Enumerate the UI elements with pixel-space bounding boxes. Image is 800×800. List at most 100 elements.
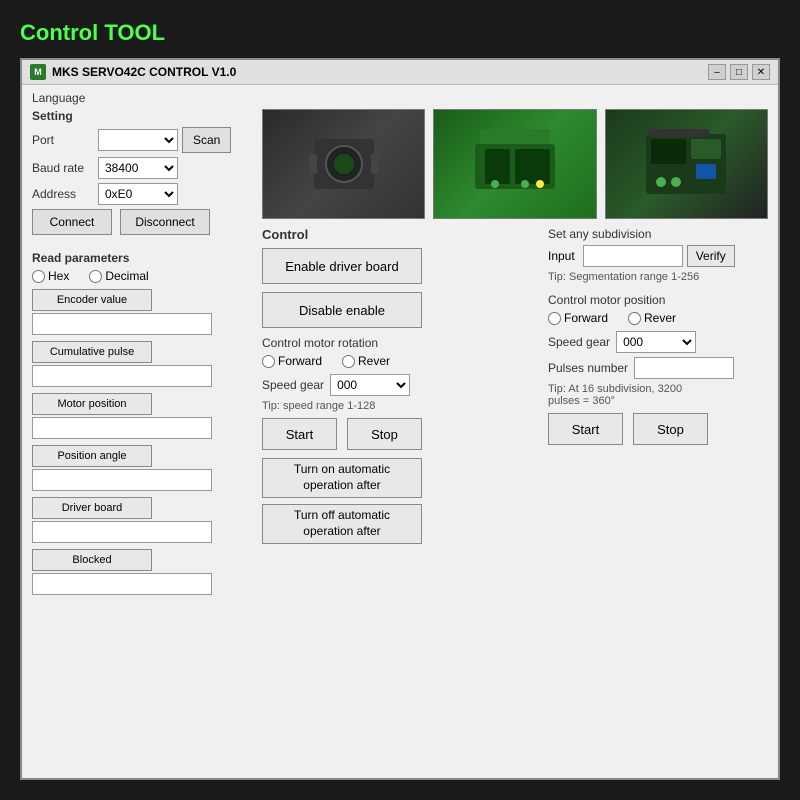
- baud-select[interactable]: 38400: [98, 157, 178, 179]
- speed-gear-label: Speed gear: [262, 378, 324, 392]
- subdivision-tip: Tip: Segmentation range 1-256: [548, 271, 768, 283]
- right-panel: Control Enable driver board Disable enab…: [262, 109, 768, 768]
- disable-enable-button[interactable]: Disable enable: [262, 292, 422, 328]
- main-area: Setting Port Scan Baud rate 38400: [32, 109, 768, 768]
- position-angle-button[interactable]: Position angle: [32, 445, 152, 467]
- turn-on-auto-label: Turn on automaticoperation after: [294, 462, 390, 492]
- motor-rotation-section: Control motor rotation Forward Rever: [262, 336, 538, 550]
- product-image-1: [262, 109, 425, 219]
- window-title: MKS SERVO42C CONTROL V1.0: [52, 65, 236, 79]
- rever-radio[interactable]: [342, 355, 355, 368]
- addr-label: Address: [32, 187, 94, 201]
- subdivision-input-label: Input: [548, 249, 575, 263]
- language-label: Language: [32, 91, 768, 105]
- subdivision-section: Set any subdivision Input Verify Tip: Se…: [548, 227, 768, 283]
- title-bar: M MKS SERVO42C CONTROL V1.0 – □ ✕: [22, 60, 778, 85]
- pulses-input[interactable]: 0: [634, 357, 734, 379]
- rever-label: Rever: [358, 354, 390, 368]
- title-bar-controls: – □ ✕: [708, 64, 770, 80]
- pos-forward-radio-label[interactable]: Forward: [548, 311, 608, 325]
- turn-off-auto-button[interactable]: Turn off automaticoperation after: [262, 504, 422, 544]
- rotation-start-button[interactable]: Start: [262, 418, 337, 450]
- decimal-radio-label[interactable]: Decimal: [89, 269, 148, 283]
- blocked-button[interactable]: Blocked: [32, 549, 152, 571]
- position-angle-row: Position angle: [32, 445, 252, 467]
- rotation-stop-button[interactable]: Stop: [347, 418, 422, 450]
- connect-row: Connect Disconnect: [32, 209, 252, 235]
- forward-radio[interactable]: [262, 355, 275, 368]
- hex-radio-label[interactable]: Hex: [32, 269, 69, 283]
- hex-decimal-row: Hex Decimal: [32, 269, 252, 283]
- driver-board-input[interactable]: [32, 521, 212, 543]
- turn-on-auto-button[interactable]: Turn on automaticoperation after: [262, 458, 422, 498]
- pos-speed-label: Speed gear: [548, 335, 610, 349]
- scan-button[interactable]: Scan: [182, 127, 231, 153]
- window-content: Language Setting Port Scan: [22, 85, 778, 778]
- pos-forward-radio[interactable]: [548, 312, 561, 325]
- enable-driver-button[interactable]: Enable driver board: [262, 248, 422, 284]
- baud-label: Baud rate: [32, 161, 94, 175]
- blocked-row: Blocked: [32, 549, 252, 571]
- pulses-label: Pulses number: [548, 361, 628, 375]
- pos-rever-label: Rever: [644, 311, 676, 325]
- hex-label: Hex: [48, 269, 69, 283]
- pos-rever-radio[interactable]: [628, 312, 641, 325]
- port-label: Port: [32, 133, 94, 147]
- title-bar-left: M MKS SERVO42C CONTROL V1.0: [30, 64, 236, 80]
- position-angle-input[interactable]: [32, 469, 212, 491]
- left-panel: Setting Port Scan Baud rate 38400: [32, 109, 252, 768]
- hex-radio[interactable]: [32, 270, 45, 283]
- maximize-button[interactable]: □: [730, 64, 748, 80]
- motor-position-section: Control motor position Forward Rever: [548, 293, 768, 445]
- product-images: [262, 109, 768, 219]
- main-window: M MKS SERVO42C CONTROL V1.0 – □ ✕ Langua…: [20, 58, 780, 780]
- encoder-row: Encoder value: [32, 289, 252, 311]
- pos-stop-button[interactable]: Stop: [633, 413, 708, 445]
- port-select[interactable]: [98, 129, 178, 151]
- speed-tip: Tip: speed range 1-128: [262, 400, 538, 412]
- pos-start-button[interactable]: Start: [548, 413, 623, 445]
- close-button[interactable]: ✕: [752, 64, 770, 80]
- blocked-input[interactable]: [32, 573, 212, 595]
- disconnect-button[interactable]: Disconnect: [120, 209, 210, 235]
- verify-button[interactable]: Verify: [687, 245, 735, 267]
- decimal-label: Decimal: [105, 269, 148, 283]
- baud-row: Baud rate 38400: [32, 157, 252, 179]
- setting-section: Setting Port Scan Baud rate 38400: [32, 109, 252, 235]
- minimize-button[interactable]: –: [708, 64, 726, 80]
- pos-speed-select[interactable]: 000: [616, 331, 696, 353]
- speed-gear-row: Speed gear 000: [262, 374, 538, 396]
- pos-rever-radio-label[interactable]: Rever: [628, 311, 676, 325]
- driver-board-row: Driver board: [32, 497, 252, 519]
- addr-select[interactable]: 0xE0: [98, 183, 178, 205]
- input-verify-row: Input Verify: [548, 245, 768, 267]
- subdivision-input[interactable]: [583, 245, 683, 267]
- cumulative-input[interactable]: [32, 365, 212, 387]
- motor-pos-button[interactable]: Motor position: [32, 393, 152, 415]
- connect-button[interactable]: Connect: [32, 209, 112, 235]
- start-stop-row: Start Stop: [262, 418, 538, 450]
- motor-pos-input[interactable]: [32, 417, 212, 439]
- app-icon: M: [30, 64, 46, 80]
- forward-radio-label[interactable]: Forward: [262, 354, 322, 368]
- pos-direction-row: Forward Rever: [548, 311, 768, 325]
- speed-gear-select[interactable]: 000: [330, 374, 410, 396]
- setting-label: Setting: [32, 109, 252, 123]
- pos-speed-row: Speed gear 000: [548, 331, 768, 353]
- rever-radio-label[interactable]: Rever: [342, 354, 390, 368]
- addr-row: Address 0xE0: [32, 183, 252, 205]
- read-params-label: Read parameters: [32, 251, 252, 265]
- cumulative-button[interactable]: Cumulative pulse: [32, 341, 152, 363]
- read-params-section: Read parameters Hex Decimal: [32, 251, 252, 601]
- product-image-2: [433, 109, 596, 219]
- subdivision-title: Set any subdivision: [548, 227, 768, 241]
- encoder-button[interactable]: Encoder value: [32, 289, 152, 311]
- product-image-3: [605, 109, 768, 219]
- turn-off-auto-label: Turn off automaticoperation after: [294, 508, 390, 538]
- port-row: Port Scan: [32, 127, 252, 153]
- motor-position-title: Control motor position: [548, 293, 768, 307]
- driver-board-button[interactable]: Driver board: [32, 497, 152, 519]
- decimal-radio[interactable]: [89, 270, 102, 283]
- encoder-input[interactable]: [32, 313, 212, 335]
- forward-label: Forward: [278, 354, 322, 368]
